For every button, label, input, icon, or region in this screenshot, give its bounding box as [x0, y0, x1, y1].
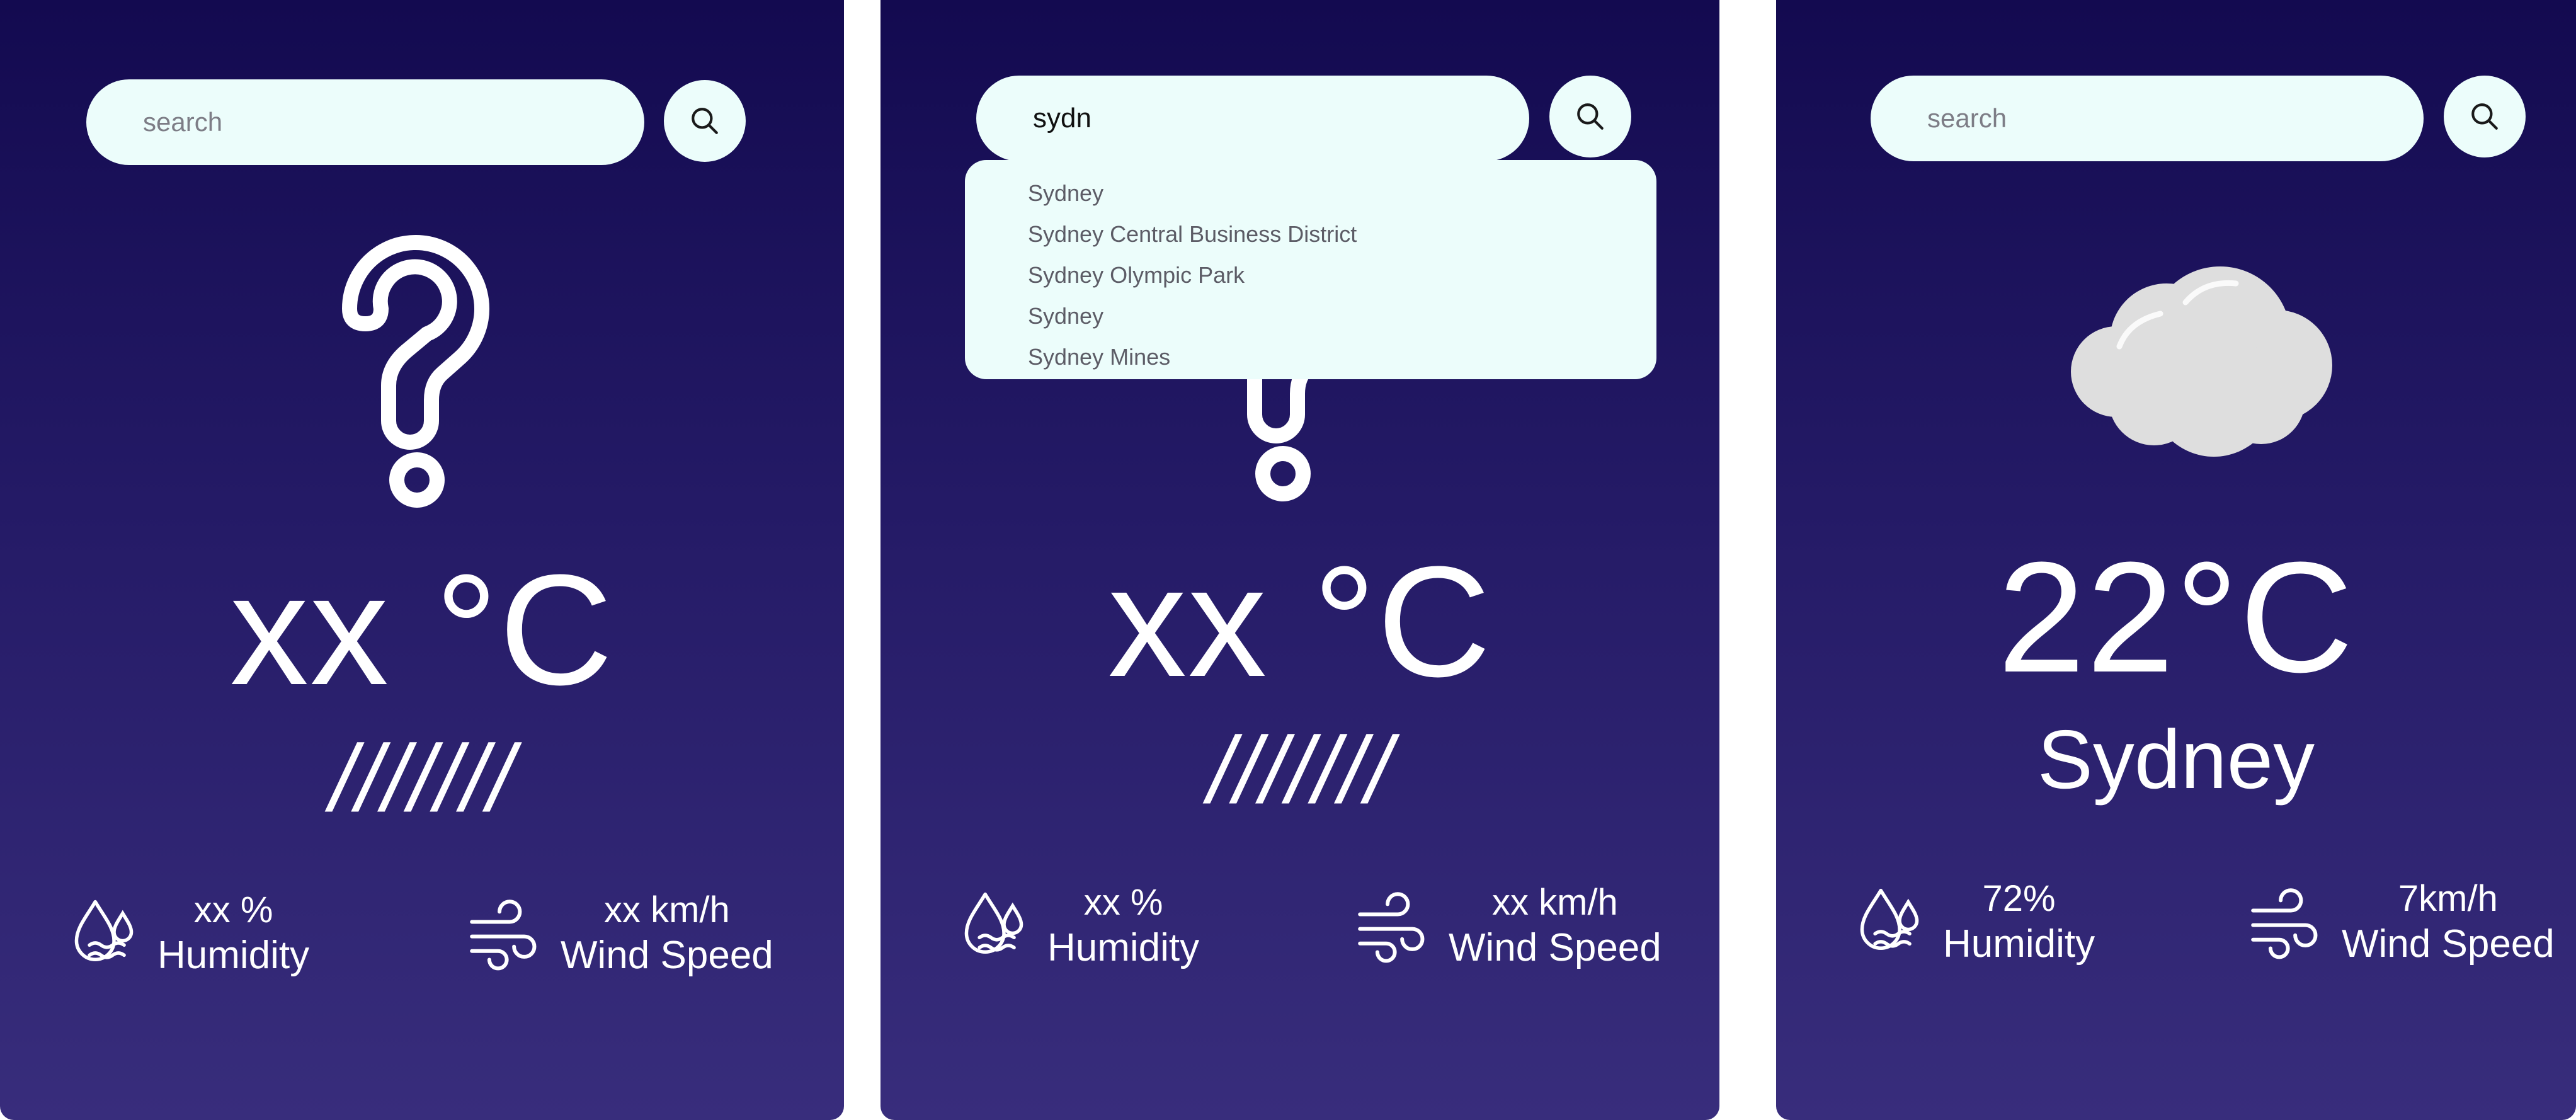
search-button[interactable] [1549, 76, 1631, 157]
wind-label: Wind Speed [2342, 922, 2555, 966]
search-value: sydn [1033, 103, 1091, 134]
humidity-icon [964, 892, 1023, 954]
wind-stat: 7km/h Wind Speed [2247, 877, 2555, 968]
city-name: Sydney [2037, 713, 2315, 806]
search-input[interactable]: search [1871, 76, 2424, 161]
wind-icon [1358, 892, 1425, 963]
wind-value: xx km/h [603, 889, 730, 930]
humidity-stat: xx % Humidity [69, 888, 309, 979]
suggestion-item[interactable]: Sydney Central Business District [965, 214, 1656, 254]
wind-label: Wind Speed [1449, 925, 1661, 969]
suggestion-item[interactable]: Sydney Mines [965, 336, 1656, 377]
wind-label: Wind Speed [561, 933, 773, 977]
wind-stat: xx km/h Wind Speed [466, 888, 773, 979]
search-button[interactable] [2444, 76, 2526, 157]
wind-stat: xx km/h Wind Speed [1354, 881, 1661, 971]
search-input[interactable]: sydn [976, 76, 1529, 161]
autocomplete-dropdown: Sydney Sydney Central Business District … [965, 160, 1656, 379]
search-placeholder: search [1927, 103, 2007, 133]
wind-value: 7km/h [2398, 878, 2498, 919]
humidity-label: Humidity [157, 933, 310, 977]
humidity-icon [74, 900, 134, 961]
humidity-stat: xx % Humidity [959, 881, 1199, 971]
humidity-stat: 72% Humidity [1855, 877, 2095, 968]
weather-card-2: sydn Sydney Sydney Central Business Dist… [881, 0, 1719, 1120]
weather-card-1: search xx °C /////// xx % Humidity xx km… [0, 0, 844, 1120]
wind-icon [2251, 888, 2318, 959]
suggestion-item[interactable]: Sydney Olympic Park [965, 254, 1656, 295]
humidity-value: 72% [1982, 878, 2056, 919]
humidity-value: xx % [1083, 882, 1163, 923]
search-icon [1577, 103, 1604, 130]
wind-icon [470, 900, 537, 971]
weather-card-3: search 22°C Sydney 72% Humidity 7km/h Wi… [1776, 0, 2576, 1120]
humidity-value: xx % [193, 889, 273, 930]
cloud-icon [2071, 266, 2332, 457]
suggestion-item[interactable]: Sydney [965, 173, 1656, 214]
search-icon [2471, 103, 2498, 130]
question-mark-icon [342, 235, 489, 508]
weather-description: /////// [330, 725, 514, 831]
search-icon [692, 108, 718, 134]
weather-description: /////// [1208, 717, 1392, 823]
suggestion-item[interactable]: Sydney [965, 295, 1656, 336]
humidity-icon [1860, 888, 1919, 950]
temperature: xx °C [230, 542, 614, 717]
search-input[interactable]: search [86, 79, 644, 165]
temperature: 22°C [1997, 529, 2355, 705]
humidity-label: Humidity [1047, 925, 1200, 969]
temperature: xx °C [1108, 534, 1492, 709]
search-placeholder: search [143, 107, 223, 137]
wind-value: xx km/h [1491, 882, 1618, 923]
search-button[interactable] [664, 80, 746, 162]
humidity-label: Humidity [1943, 922, 2095, 966]
